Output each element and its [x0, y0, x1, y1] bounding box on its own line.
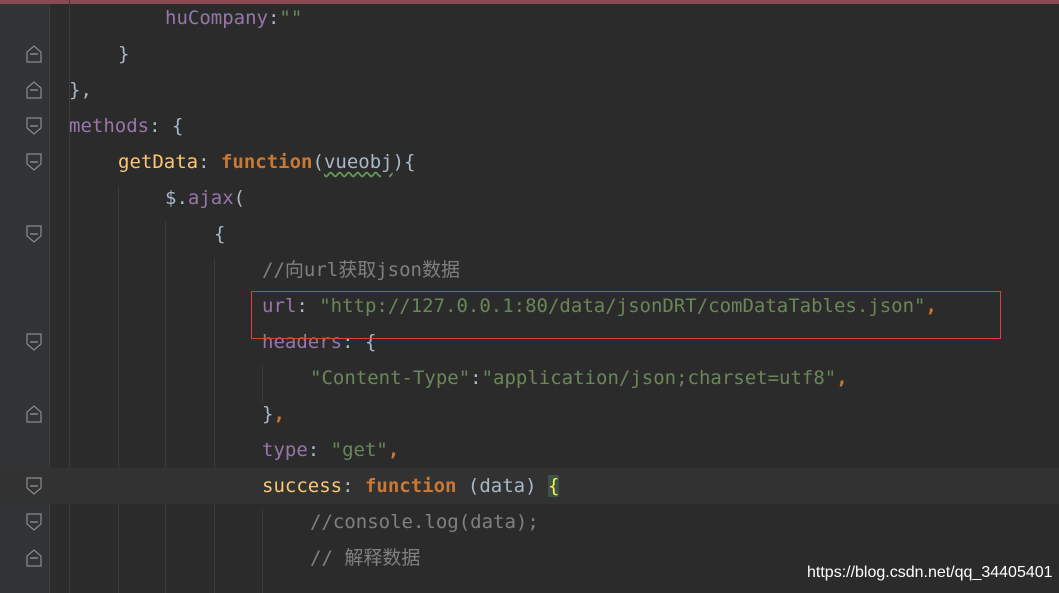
code-token: }	[262, 403, 274, 425]
code-token: (	[312, 151, 324, 173]
code-token: type	[262, 439, 308, 461]
code-token: "application/json;charset=utf8"	[481, 367, 837, 389]
code-token: (	[233, 187, 246, 209]
code-line[interactable]: }	[0, 36, 1059, 72]
code-text[interactable]: //向url获取json数据	[262, 258, 460, 282]
code-token: }	[118, 43, 130, 65]
code-token: // 解释数据	[310, 547, 421, 569]
code-line[interactable]: huCompany:""	[0, 0, 1059, 36]
code-text[interactable]: success: function (data) {	[262, 474, 560, 498]
code-text[interactable]: type: "get",	[262, 438, 399, 462]
code-text[interactable]: {	[214, 222, 225, 246]
code-line[interactable]: type: "get",	[0, 432, 1059, 468]
code-token: ,	[387, 439, 400, 461]
code-token: getData	[118, 151, 199, 173]
code-line[interactable]: "Content-Type":"application/json;charset…	[0, 360, 1059, 396]
fold-toggle-icon[interactable]	[24, 332, 44, 352]
code-token: ajax	[187, 187, 234, 209]
code-line[interactable]: },	[0, 396, 1059, 432]
code-text[interactable]: $.ajax(	[165, 186, 245, 210]
code-token: :	[470, 367, 482, 389]
code-text[interactable]: methods: {	[69, 114, 183, 138]
fold-toggle-icon[interactable]	[24, 80, 44, 100]
code-token: ){	[392, 151, 416, 173]
code-text[interactable]: getData: function(vueobj){	[118, 150, 415, 174]
code-line[interactable]: //向url获取json数据	[0, 252, 1059, 288]
code-token: //向url获取json数据	[262, 259, 460, 281]
code-token: ""	[279, 7, 303, 29]
fold-toggle-icon[interactable]	[24, 224, 44, 244]
code-text[interactable]: // 解释数据	[310, 546, 420, 570]
code-token: :	[342, 475, 365, 497]
code-token: //console.log(data);	[310, 511, 539, 533]
fold-toggle-icon[interactable]	[24, 152, 44, 172]
code-text[interactable]: huCompany:""	[165, 6, 302, 30]
code-token: vueobj	[323, 151, 393, 173]
fold-toggle-icon[interactable]	[24, 476, 44, 496]
code-line[interactable]: methods: {	[0, 108, 1059, 144]
code-text[interactable]: },	[69, 78, 92, 102]
fold-toggle-icon[interactable]	[24, 404, 44, 424]
code-token: function	[364, 475, 457, 497]
code-line[interactable]: $.ajax(	[0, 180, 1059, 216]
code-line[interactable]: success: function (data) {	[0, 468, 1059, 504]
fold-toggle-icon[interactable]	[24, 548, 44, 568]
code-token: methods	[69, 115, 150, 137]
fold-toggle-icon[interactable]	[24, 44, 44, 64]
code-token: $	[165, 187, 177, 209]
code-token: "Content-Type"	[310, 367, 471, 389]
fold-toggle-icon[interactable]	[24, 116, 44, 136]
code-token: },	[69, 79, 92, 101]
code-text[interactable]: //console.log(data);	[310, 510, 539, 534]
watermark-text: https://blog.csdn.net/qq_34405401	[807, 564, 1053, 581]
code-token: (data)	[456, 475, 548, 497]
code-token: function	[220, 151, 313, 173]
code-text[interactable]: "Content-Type":"application/json;charset…	[310, 366, 848, 390]
code-line[interactable]: //console.log(data);	[0, 504, 1059, 540]
code-token: "get"	[330, 439, 388, 461]
code-token: :	[267, 7, 280, 29]
fold-toggle-icon[interactable]	[24, 512, 44, 532]
code-token: :	[307, 439, 331, 461]
code-text[interactable]: },	[262, 402, 285, 426]
code-line[interactable]: {	[0, 216, 1059, 252]
url-highlight-box	[251, 291, 1001, 339]
code-text[interactable]: }	[118, 42, 129, 66]
code-token: ,	[273, 403, 285, 425]
code-token: {	[548, 475, 560, 497]
code-token: huCompany	[165, 7, 268, 29]
code-token: success	[262, 475, 343, 497]
code-token: .	[176, 187, 188, 209]
code-line[interactable]: },	[0, 72, 1059, 108]
code-token: {	[214, 223, 226, 245]
code-token: :	[198, 151, 221, 173]
code-line[interactable]: getData: function(vueobj){	[0, 144, 1059, 180]
code-token: : {	[149, 115, 184, 137]
code-token: ,	[836, 367, 848, 389]
